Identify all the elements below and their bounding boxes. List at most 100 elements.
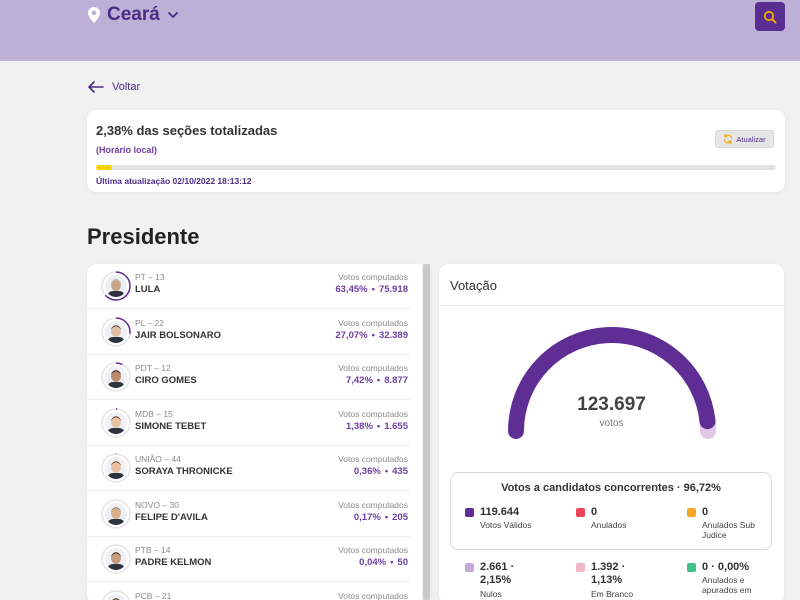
stat-label: Em Branco <box>591 589 634 599</box>
candidate-votes: 8.877 <box>384 375 408 386</box>
separator-dot: • <box>384 511 389 523</box>
candidate-avatar <box>101 498 131 529</box>
gauge-valid-arc <box>508 327 716 439</box>
candidate-name: CIRO GOMES <box>135 375 197 386</box>
legend-swatch <box>576 563 585 572</box>
candidate-percent: 0,36% <box>353 466 381 477</box>
stat-value: 1.392 · 1,13% <box>591 561 626 586</box>
separator-dot: • <box>376 375 381 386</box>
candidate-results: 0,04% • 50 <box>359 557 408 568</box>
search-icon <box>763 10 777 24</box>
candidate-name: FELIPE D'AVILA <box>135 511 208 523</box>
candidate-avatar <box>101 271 131 301</box>
legend-swatch <box>687 563 696 572</box>
votes-label: Votos computados <box>338 590 408 600</box>
candidate-votes: 75.918 <box>378 284 408 295</box>
candidate-row[interactable]: PL – 22 JAIR BOLSONARO Votos computados 27,… <box>87 310 410 355</box>
scrollbar-thumb[interactable] <box>423 264 430 600</box>
candidate-percent: 0,04% <box>359 557 387 568</box>
concorrentes-box: Votos a candidatos concorrentes · 96,72%… <box>450 472 772 550</box>
candidate-photo <box>105 275 127 297</box>
stat-value: 0 <box>591 506 598 518</box>
votacao-card: Votação 123.697 votos Votos a candidatos… <box>439 264 784 600</box>
local-time-label: (Horário local) <box>96 145 158 155</box>
candidate-results: 1,38% • 1.655 <box>346 421 408 432</box>
candidate-photo <box>105 548 127 570</box>
candidate-row[interactable]: PDT – 12 CIRO GOMES Votos computados 7,42% •… <box>87 355 410 400</box>
candidate-row[interactable]: UNIÃO – 44 SORAYA THRONICKE Votos computad… <box>87 446 410 491</box>
votes-label: Votos computados <box>338 408 408 419</box>
totalization-progress-bar <box>96 165 776 170</box>
candidate-percent: 63,45% <box>335 284 368 295</box>
votes-label: Votos computados <box>338 454 408 464</box>
candidate-results: 7,42% • 8.877 <box>346 375 408 386</box>
stat-value: 119.644 <box>480 506 520 518</box>
refresh-icon <box>724 134 733 144</box>
candidate-results: 0,17% • 205 <box>354 512 408 523</box>
candidate-row[interactable]: PT – 13 LULA Votos computados 63,45% • 75.918 <box>87 264 410 309</box>
candidate-percent: 0,17% <box>353 511 381 523</box>
legend-swatch <box>576 508 585 517</box>
chevron-down-icon[interactable] <box>167 10 178 20</box>
candidate-avatar <box>101 453 131 483</box>
candidate-photo <box>105 457 127 479</box>
totalization-progress-fill <box>96 165 113 170</box>
totalization-title: 2,38% das seções totalizadas <box>96 123 278 138</box>
candidate-avatar <box>101 316 131 347</box>
candidate-name: PADRE KELMON <box>135 557 212 568</box>
last-update-text: Última atualização 02/10/2022 18:13:12 <box>96 176 252 186</box>
location-name[interactable]: Ceará <box>107 4 160 26</box>
votes-label: Votos computados <box>338 317 408 328</box>
search-button[interactable] <box>755 2 785 31</box>
candidate-results: 27,07% • 32.389 <box>335 330 408 341</box>
candidate-row[interactable]: PTB – 14 PADRE KELMON Votos computados 0,04… <box>87 537 410 582</box>
separator-dot: • <box>371 284 375 295</box>
location-selector[interactable]: Ceará <box>88 4 178 26</box>
candidate-party: PDT – 12 <box>135 363 171 373</box>
candidate-party: PT – 13 <box>135 272 165 282</box>
map-pin-icon <box>88 7 100 23</box>
total-votes: 123.697 <box>577 394 646 415</box>
candidate-avatar <box>101 589 131 600</box>
stat-label: Anulados <box>591 520 627 530</box>
candidate-percent: 27,07% <box>335 329 368 341</box>
candidate-party: MDB – 15 <box>135 408 173 419</box>
refresh-label[interactable]: Atualizar <box>736 135 765 144</box>
candidate-photo <box>105 320 127 343</box>
separator-dot: • <box>371 329 375 341</box>
separator-dot: • <box>384 466 389 477</box>
candidate-row[interactable]: NOVO – 30 FELIPE D'AVILA Votos computados 0… <box>87 492 410 537</box>
top-bar: Ceará <box>0 0 800 61</box>
candidate-party: PTB – 14 <box>135 545 171 555</box>
candidate-percent: 1,38% <box>345 420 373 432</box>
candidate-row[interactable]: MDB – 15 SIMONE TEBET Votos computados 1,38… <box>87 401 410 446</box>
candidate-party: UNIÃO – 44 <box>135 454 181 464</box>
candidate-list-scrollbar[interactable] <box>422 264 431 600</box>
totalization-status-card: 2,38% das seções totalizadas (Horário lo… <box>87 110 785 192</box>
separator-dot: • <box>390 557 394 568</box>
candidate-results: 63,45% • 75.918 <box>335 284 408 295</box>
candidate-votes: 435 <box>392 466 408 477</box>
votacao-title: Votação <box>450 278 497 293</box>
refresh-button[interactable]: Atualizar <box>715 130 774 148</box>
candidate-votes: 50 <box>397 557 408 568</box>
candidate-name: LULA <box>135 284 161 295</box>
candidate-party: PCB – 21 <box>135 590 172 600</box>
candidate-photo <box>105 411 127 434</box>
votes-label: Votos computados <box>338 499 408 510</box>
candidate-name: JAIR BOLSONARO <box>135 329 222 341</box>
back-link[interactable]: Voltar <box>88 81 140 93</box>
back-label[interactable]: Voltar <box>112 81 140 93</box>
candidate-name: SIMONE TEBET <box>135 420 207 432</box>
arrow-left-icon <box>88 81 104 93</box>
stat-label: Nulos <box>480 589 502 599</box>
candidate-results: 0,36% • 435 <box>354 466 408 477</box>
candidate-avatar <box>101 407 131 438</box>
candidate-party: PL – 22 <box>135 317 164 328</box>
candidate-row[interactable]: PCB – 21 Votos computados <box>87 583 410 600</box>
stat-label: Anulados e apurados em <box>702 575 752 595</box>
candidate-party: NOVO – 30 <box>135 499 179 510</box>
stat-value: 0 · 0,00% <box>702 561 750 573</box>
candidate-photo <box>105 366 127 388</box>
total-votes-label: votos <box>599 418 624 429</box>
